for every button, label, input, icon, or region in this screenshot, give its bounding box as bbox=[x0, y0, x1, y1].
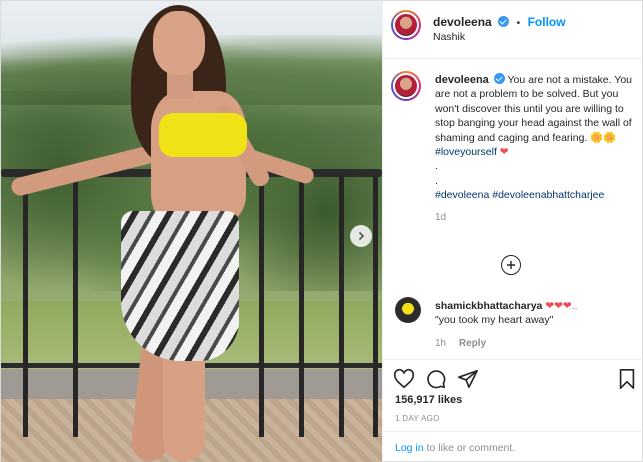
post-photo[interactable] bbox=[1, 1, 382, 462]
comments-area: devoleena You are not a mistake. You are… bbox=[383, 59, 643, 359]
comment-meta: 1h Reply bbox=[435, 338, 486, 349]
avatar-image bbox=[393, 12, 419, 38]
caption: devoleena You are not a mistake. You are… bbox=[435, 73, 635, 225]
like-button[interactable] bbox=[393, 368, 415, 390]
heart-icon bbox=[393, 368, 415, 389]
share-button[interactable] bbox=[457, 368, 479, 390]
heart-emoji: ❤ bbox=[499, 146, 509, 159]
verified-badge-icon bbox=[498, 16, 510, 27]
follow-button[interactable]: Follow bbox=[528, 15, 566, 29]
location-link[interactable]: Nashik bbox=[433, 31, 465, 43]
caption-dot: . bbox=[435, 160, 438, 173]
caption-emoji: 🌼🌼 bbox=[590, 131, 617, 144]
instagram-post: devoleena • Follow Nashik devoleena You … bbox=[0, 0, 643, 462]
avatar[interactable] bbox=[391, 10, 421, 40]
commenter-username[interactable]: shamickbhattacharya bbox=[435, 300, 542, 312]
comment-text: "you took my heart away" bbox=[435, 314, 554, 326]
load-more-comments-button[interactable] bbox=[501, 255, 521, 275]
caption-username[interactable]: devoleena bbox=[435, 74, 489, 86]
separator-dot: • bbox=[516, 18, 521, 29]
sarong-skirt bbox=[121, 211, 239, 361]
comment-time[interactable]: 1h bbox=[435, 338, 446, 349]
share-icon bbox=[458, 369, 478, 389]
bookmark-icon bbox=[619, 369, 635, 389]
post-header: devoleena • Follow Nashik bbox=[383, 1, 643, 59]
yellow-top bbox=[159, 113, 247, 157]
commenter-avatar[interactable] bbox=[395, 297, 421, 323]
post-date[interactable]: 1 DAY AGO bbox=[395, 414, 440, 423]
next-image-button[interactable] bbox=[350, 225, 372, 247]
comment-hearts: ❤❤❤.. bbox=[545, 300, 578, 312]
chevron-right-icon bbox=[358, 231, 365, 241]
login-prompt-text: to like or comment. bbox=[423, 442, 516, 454]
hashtag-link[interactable]: #devoleena bbox=[435, 189, 489, 201]
caption-dot: . bbox=[435, 174, 438, 187]
caption-avatar[interactable] bbox=[391, 71, 421, 101]
like-count[interactable]: 156,917 likes bbox=[395, 394, 462, 406]
login-link[interactable]: Log in bbox=[395, 442, 424, 454]
comment-body: shamickbhattacharya ❤❤❤.. "you took my h… bbox=[435, 299, 635, 327]
verified-badge-icon bbox=[493, 73, 505, 84]
save-button[interactable] bbox=[616, 368, 638, 390]
caption-time[interactable]: 1d bbox=[435, 211, 635, 225]
comment-button[interactable] bbox=[425, 368, 447, 390]
comment-icon bbox=[427, 370, 446, 389]
reply-button[interactable]: Reply bbox=[459, 338, 486, 349]
face bbox=[153, 11, 205, 75]
avatar-image bbox=[393, 73, 419, 99]
hashtag-link[interactable]: #loveyourself bbox=[435, 146, 497, 158]
username-link[interactable]: devoleena bbox=[433, 15, 492, 29]
post-side-panel: devoleena • Follow Nashik devoleena You … bbox=[382, 1, 643, 462]
hashtag-link[interactable]: #devoleenabhattcharjee bbox=[492, 189, 604, 201]
plus-circle-icon bbox=[507, 261, 515, 269]
header-user-row: devoleena • Follow bbox=[433, 13, 566, 31]
person-figure bbox=[1, 1, 382, 462]
login-prompt: Log in to like or comment. bbox=[383, 431, 643, 462]
